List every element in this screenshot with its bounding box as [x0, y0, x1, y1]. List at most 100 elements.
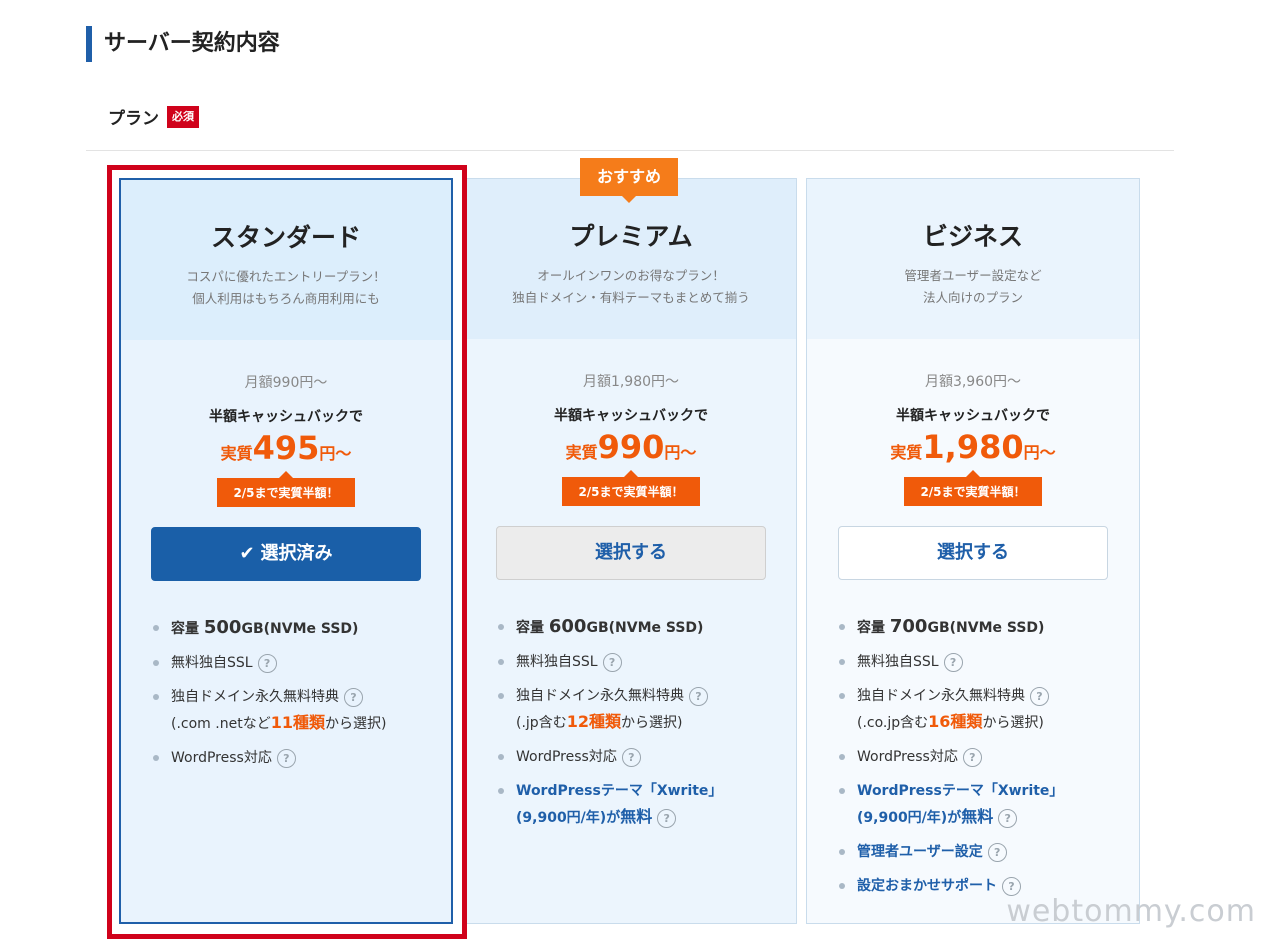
feature-capacity: 容量 500GB(NVMe SSD): [153, 615, 451, 642]
capacity-value: 700: [889, 616, 928, 637]
card-header: プレミアム オールインワンのお得なプラン！ 独自ドメイン・有料テーマもまとめて揃…: [466, 179, 796, 339]
tagline-line: 管理者ユーザー設定など: [904, 268, 1042, 283]
capacity-value: 600: [548, 616, 587, 637]
feature-domain: 独自ドメイン永久無料特典? (.com .netなど11種類から選択): [153, 684, 451, 737]
plan-tagline: 管理者ユーザー設定など 法人向けのプラン: [807, 265, 1139, 309]
tagline-line: 個人利用はもちろん商用利用にも: [192, 291, 380, 306]
feature-text: 無料独自SSL: [171, 655, 253, 671]
feature-text: WordPress対応: [171, 750, 272, 766]
feature-capacity: 容量 700GB(NVMe SSD): [839, 614, 1139, 641]
theme-price: (9,900円/年)が: [857, 810, 962, 826]
feature-text: 無料独自SSL: [857, 654, 939, 670]
divider: [86, 150, 1174, 151]
deadline-badge-wrap: 2/5まで実質半額！: [217, 471, 355, 507]
feature-text: WordPress対応: [516, 749, 617, 765]
select-button-standard[interactable]: ✔ 選択済み: [151, 527, 421, 581]
effective-suffix: 円〜: [1023, 443, 1056, 462]
effective-prefix: 実質: [890, 443, 923, 462]
feature-text: 設定おまかせサポート: [857, 878, 997, 894]
capacity-prefix: 容量: [857, 620, 890, 636]
deadline-badge: 2/5まで実質半額！: [217, 478, 355, 507]
capacity-unit: GB(NVMe SSD): [241, 621, 359, 637]
tagline-line: 独自ドメイン・有料テーマもまとめて揃う: [512, 290, 750, 305]
help-icon[interactable]: ?: [689, 686, 708, 706]
domain-count: 11種類: [270, 713, 325, 732]
domain-suffix: から選択): [982, 715, 1044, 731]
monthly-price: 月額990円〜: [244, 375, 328, 391]
effective-prefix: 実質: [220, 444, 253, 463]
cashback-text: 半額キャッシュバックで: [896, 408, 1050, 424]
effective-price: 実質1,980円〜: [807, 429, 1139, 471]
help-icon[interactable]: ?: [1030, 686, 1049, 706]
feature-wordpress: WordPress対応?: [153, 745, 451, 771]
help-icon[interactable]: ?: [602, 652, 622, 672]
plan-card-standard[interactable]: スタンダード コスパに優れたエントリープラン！ 個人利用はもちろん商用利用にも …: [119, 178, 453, 924]
help-icon[interactable]: ?: [943, 652, 963, 672]
effective-suffix: 円〜: [664, 443, 697, 462]
feature-ssl: 無料独自SSL?: [153, 650, 451, 676]
deadline-badge-wrap: 2/5まで実質半額！: [562, 470, 700, 506]
plan-card-premium[interactable]: プレミアム オールインワンのお得なプラン！ 独自ドメイン・有料テーマもまとめて揃…: [465, 178, 797, 924]
domain-prefix: (.com .netなど: [171, 716, 271, 732]
feature-text: WordPress対応: [857, 749, 958, 765]
monthly-price: 月額3,960円〜: [924, 374, 1022, 390]
theme-free: 無料: [620, 807, 653, 826]
plan-label-row: プラン 必須: [108, 104, 199, 129]
capacity-unit: GB(NVMe SSD): [927, 620, 1045, 636]
check-icon: ✔: [239, 543, 255, 564]
cashback-text: 半額キャッシュバックで: [209, 409, 363, 425]
help-icon[interactable]: ?: [962, 747, 982, 767]
card-header: スタンダード コスパに優れたエントリープラン！ 個人利用はもちろん商用利用にも: [121, 180, 451, 340]
effective-prefix: 実質: [565, 443, 598, 462]
help-icon[interactable]: ?: [1002, 876, 1021, 896]
effective-number: 990: [597, 428, 665, 466]
domain-prefix: (.co.jp含む: [857, 715, 929, 731]
price-area: 月額990円〜 半額キャッシュバックで 実質495円〜 2/5まで実質半額！: [121, 372, 451, 507]
help-icon[interactable]: ?: [998, 808, 1018, 828]
feature-text: 独自ドメイン永久無料特典: [857, 688, 1025, 704]
select-button-business[interactable]: 選択する: [838, 526, 1108, 580]
help-icon[interactable]: ?: [344, 687, 363, 707]
domain-suffix: から選択): [324, 716, 387, 732]
domain-suffix: から選択): [620, 715, 683, 731]
capacity-unit: GB(NVMe SSD): [586, 620, 704, 636]
deadline-badge-wrap: 2/5まで実質半額！: [904, 470, 1042, 506]
theme-price: (9,900円/年)が: [516, 810, 621, 826]
feature-capacity: 容量 600GB(NVMe SSD): [498, 614, 796, 641]
help-icon[interactable]: ?: [621, 747, 641, 767]
feature-domain: 独自ドメイン永久無料特典? (.jp含む12種類から選択): [498, 683, 796, 736]
plan-card-business[interactable]: ビジネス 管理者ユーザー設定など 法人向けのプラン 月額3,960円〜 半額キャ…: [806, 178, 1140, 924]
help-icon[interactable]: ?: [276, 748, 296, 768]
tagline-line: オールインワンのお得なプラン！: [537, 268, 725, 283]
effective-price: 実質990円〜: [466, 429, 796, 471]
effective-suffix: 円〜: [319, 444, 352, 463]
domain-count: 16種類: [928, 712, 983, 731]
feature-text: 管理者ユーザー設定: [857, 844, 983, 860]
help-icon[interactable]: ?: [657, 808, 677, 828]
section-title: サーバー契約内容: [86, 26, 280, 62]
help-icon[interactable]: ?: [987, 842, 1007, 862]
feature-text: 独自ドメイン永久無料特典: [516, 688, 684, 704]
button-label: 選択済み: [260, 543, 333, 564]
help-icon[interactable]: ?: [257, 653, 277, 673]
select-button-premium[interactable]: 選択する: [496, 526, 766, 580]
plan-tagline: コスパに優れたエントリープラン！ 個人利用はもちろん商用利用にも: [121, 266, 451, 310]
feature-wordpress: WordPress対応?: [498, 744, 796, 770]
feature-list: 容量 700GB(NVMe SSD) 無料独自SSL? 独自ドメイン永久無料特典…: [807, 614, 1139, 899]
plan-name: スタンダード: [210, 223, 361, 252]
feature-list: 容量 500GB(NVMe SSD) 無料独自SSL? 独自ドメイン永久無料特典…: [121, 615, 451, 771]
theme-text: WordPressテーマ「Xwrite」: [516, 783, 723, 799]
feature-ssl: 無料独自SSL?: [498, 649, 796, 675]
theme-free: 無料: [961, 807, 994, 826]
cashback-text: 半額キャッシュバックで: [554, 408, 708, 424]
monthly-price: 月額1,980円〜: [582, 374, 680, 390]
price-area: 月額1,980円〜 半額キャッシュバックで 実質990円〜 2/5まで実質半額！: [466, 371, 796, 506]
feature-text: 無料独自SSL: [516, 654, 598, 670]
watermark: webtommy.com: [1006, 894, 1256, 929]
capacity-prefix: 容量: [171, 621, 204, 637]
price-area: 月額3,960円〜 半額キャッシュバックで 実質1,980円〜 2/5まで実質半…: [807, 371, 1139, 506]
feature-domain: 独自ドメイン永久無料特典? (.co.jp含む16種類から選択): [839, 683, 1139, 736]
feature-text: 独自ドメイン永久無料特典: [171, 689, 339, 705]
domain-prefix: (.jp含む: [516, 715, 567, 731]
plan-label: プラン: [108, 109, 159, 129]
